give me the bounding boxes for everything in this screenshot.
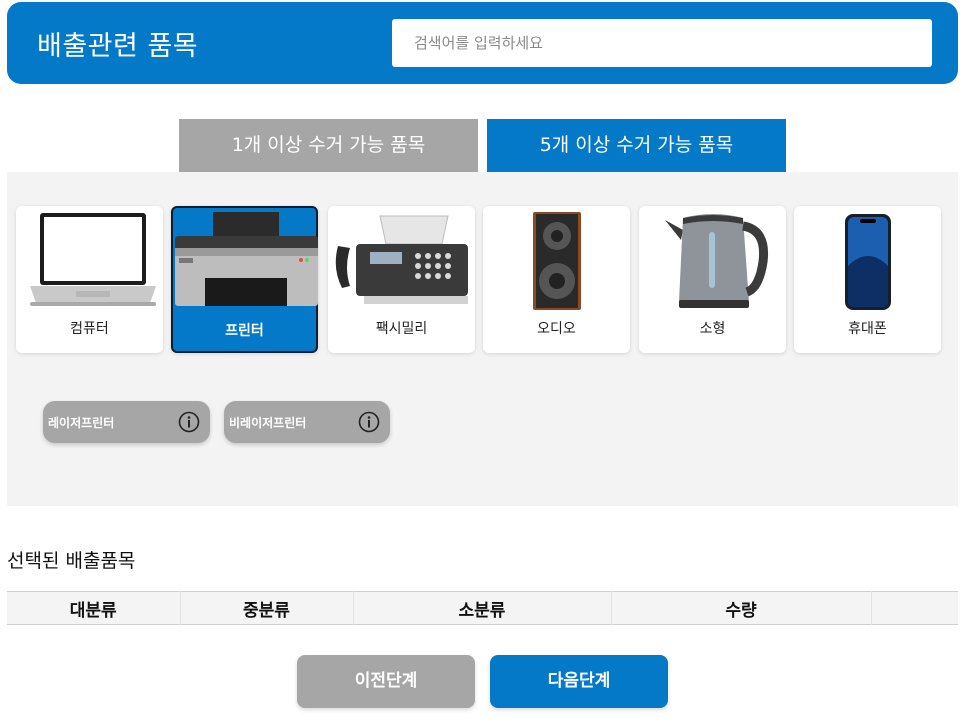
previous-step-button[interactable]: 이전단계: [297, 655, 475, 708]
search-input[interactable]: [392, 19, 932, 67]
selected-items-table: 대분류 중분류 소분류 수량: [7, 591, 958, 625]
column-header-minor-category: 소분류: [352, 591, 611, 625]
column-header-major-category: 대분류: [7, 591, 180, 625]
selected-items-title: 선택된 배출품목: [7, 550, 136, 572]
item-card-audio[interactable]: 오디오: [483, 206, 630, 353]
info-icon[interactable]: [358, 411, 380, 433]
item-label: 프린터: [225, 323, 264, 339]
table-header-row: 대분류 중분류 소분류 수량: [7, 591, 958, 625]
speaker-icon: [533, 212, 581, 310]
subitem-label: 레이저프린터: [48, 416, 115, 430]
printer-icon: [175, 212, 318, 306]
subitem-label: 비레이저프린터: [229, 416, 307, 430]
next-step-button[interactable]: 다음단계: [490, 655, 668, 708]
laptop-icon: [30, 213, 156, 306]
item-panel: 컴퓨터 프린터 팩시밀리 오디오 소형 휴대폰 레이저프린터 비레이저프린터: [7, 172, 958, 506]
page-title: 배출관련 품목: [37, 31, 199, 62]
item-card-computer[interactable]: 컴퓨터: [16, 206, 163, 353]
info-icon[interactable]: [178, 411, 200, 433]
kettle-icon: [665, 214, 769, 308]
item-label: 컴퓨터: [70, 321, 109, 337]
fax-machine-icon: [335, 215, 468, 304]
column-header-quantity: 수량: [610, 591, 871, 625]
item-card-mobile-phone[interactable]: 휴대폰: [794, 206, 941, 353]
item-card-printer[interactable]: 프린터: [171, 206, 318, 353]
subitem-non-laser-printer[interactable]: 비레이저프린터: [224, 401, 390, 443]
column-header-middle-category: 중분류: [179, 591, 353, 625]
smartphone-icon: [845, 214, 891, 310]
header-bar: 배출관련 품목: [7, 2, 958, 84]
subitem-laser-printer[interactable]: 레이저프린터: [43, 401, 210, 443]
item-label: 소형: [699, 321, 726, 337]
column-header-action: [870, 591, 958, 625]
tab-one-or-more[interactable]: 1개 이상 수거 가능 품목: [179, 119, 478, 172]
tab-five-or-more[interactable]: 5개 이상 수거 가능 품목: [487, 119, 786, 172]
item-label: 휴대폰: [848, 321, 887, 337]
item-label: 오디오: [537, 321, 576, 337]
item-label: 팩시밀리: [375, 321, 428, 337]
item-card-small-appliance[interactable]: 소형: [639, 206, 786, 353]
item-card-fax[interactable]: 팩시밀리: [328, 206, 475, 353]
